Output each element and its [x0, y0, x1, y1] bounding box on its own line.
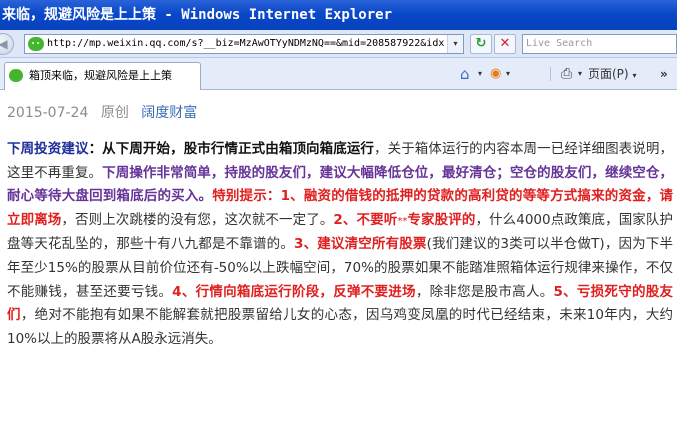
home-dropdown-icon[interactable]: ▾	[478, 64, 482, 84]
tab-toolbar: 箱顶来临，规避风险是上上策 ⌂ ▾ ◉ ▾ ⎙ ▾ 页面(P) ▾ »	[0, 58, 677, 90]
chevron-down-icon: ▾	[453, 39, 458, 48]
page-content: 2015-07-24 原创 阔度财富 下周投资建议：从下周开始，股市行情正式由箱…	[0, 90, 677, 424]
tip-2-mark: **	[397, 215, 408, 227]
account-link[interactable]: 阔度财富	[141, 105, 197, 121]
feeds-dropdown-icon[interactable]: ▾	[506, 64, 510, 84]
refresh-icon: ↻	[475, 36, 487, 51]
print-dropdown-icon[interactable]: ▾	[578, 64, 582, 84]
refresh-button[interactable]: ↻	[470, 34, 492, 54]
advice-lead: 从下周开始，股市行情正式由箱顶向箱底运行	[102, 141, 375, 157]
tip-3: 3、建议清空所有股票	[294, 236, 427, 253]
toolbar-divider	[550, 67, 551, 81]
address-bar[interactable]: http://mp.weixin.qq.com/s?__biz=MzAwOTYy…	[24, 34, 464, 54]
tip-5-text: ，绝对不能抱有如果不能解套就把股票留给儿女的心态，因乌鸡变凤凰的时代已经结束，未…	[7, 307, 673, 347]
page-menu-label: 页面(P)	[588, 67, 629, 81]
tip-4: 4、行情向箱底运行阶段，反弹不要进场	[172, 283, 416, 300]
page-menu-button[interactable]: 页面(P) ▾	[588, 64, 636, 84]
advice-colon: ：	[88, 141, 103, 157]
wechat-icon	[9, 69, 23, 82]
home-icon[interactable]: ⌂	[460, 64, 470, 84]
tips-label: 特别提示：	[212, 188, 281, 205]
advice-label: 下周投资建议	[7, 141, 89, 157]
original-badge: 原创	[100, 105, 129, 121]
search-input[interactable]: Live Search	[522, 34, 677, 54]
tip-2: 2、不要听	[333, 211, 398, 228]
printer-icon[interactable]: ⎙	[561, 64, 572, 84]
address-toolbar: ◀ http://mp.weixin.qq.com/s?__biz=MzAwOT…	[0, 30, 677, 58]
tip-1-text: ，否则上次跳楼的没有您，这次就不一定了。	[61, 211, 334, 228]
window-title: 来临，规避风险是上上策 - Windows Internet Explorer	[2, 7, 393, 23]
chevron-down-icon: ▾	[632, 71, 637, 80]
back-button[interactable]: ◀	[0, 33, 14, 55]
window-title-bar: 来临，规避风险是上上策 - Windows Internet Explorer	[0, 0, 677, 30]
back-arrow-icon: ◀	[0, 37, 8, 51]
more-tools-icon[interactable]: »	[660, 64, 668, 84]
feeds-icon[interactable]: ◉	[490, 64, 501, 84]
wechat-icon	[28, 37, 44, 51]
article-body: 下周投资建议：从下周开始，股市行情正式由箱顶向箱底运行，关于箱体运行的内容本周一…	[7, 138, 673, 351]
address-input[interactable]: http://mp.weixin.qq.com/s?__biz=MzAwOTYy…	[47, 35, 445, 53]
tab-label: 箱顶来临，规避风险是上上策	[29, 69, 172, 82]
article-meta: 2015-07-24 原创 阔度财富	[7, 103, 197, 123]
stop-button[interactable]: ✕	[494, 34, 516, 54]
address-dropdown-button[interactable]: ▾	[447, 35, 463, 53]
tip-2b: 专家股评的	[407, 211, 476, 228]
stop-icon: ✕	[499, 36, 511, 51]
article-date: 2015-07-24	[7, 105, 89, 121]
tab-article[interactable]: 箱顶来临，规避风险是上上策	[4, 62, 201, 90]
tip-4-text: ，除非您是股市高人。	[415, 283, 554, 300]
